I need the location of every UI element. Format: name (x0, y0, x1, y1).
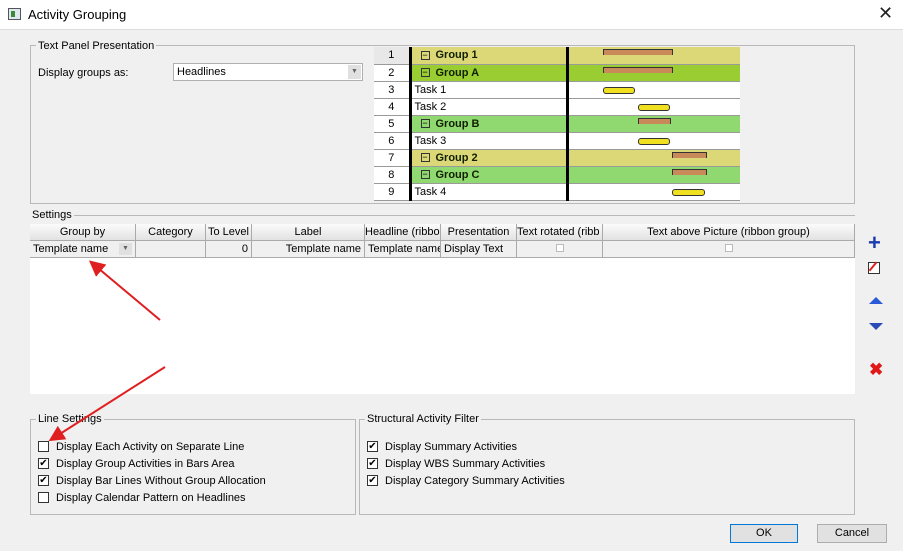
annotation-arrow (48, 366, 166, 442)
annotation-arrows (48, 260, 166, 442)
annotation-arrow (88, 260, 161, 321)
